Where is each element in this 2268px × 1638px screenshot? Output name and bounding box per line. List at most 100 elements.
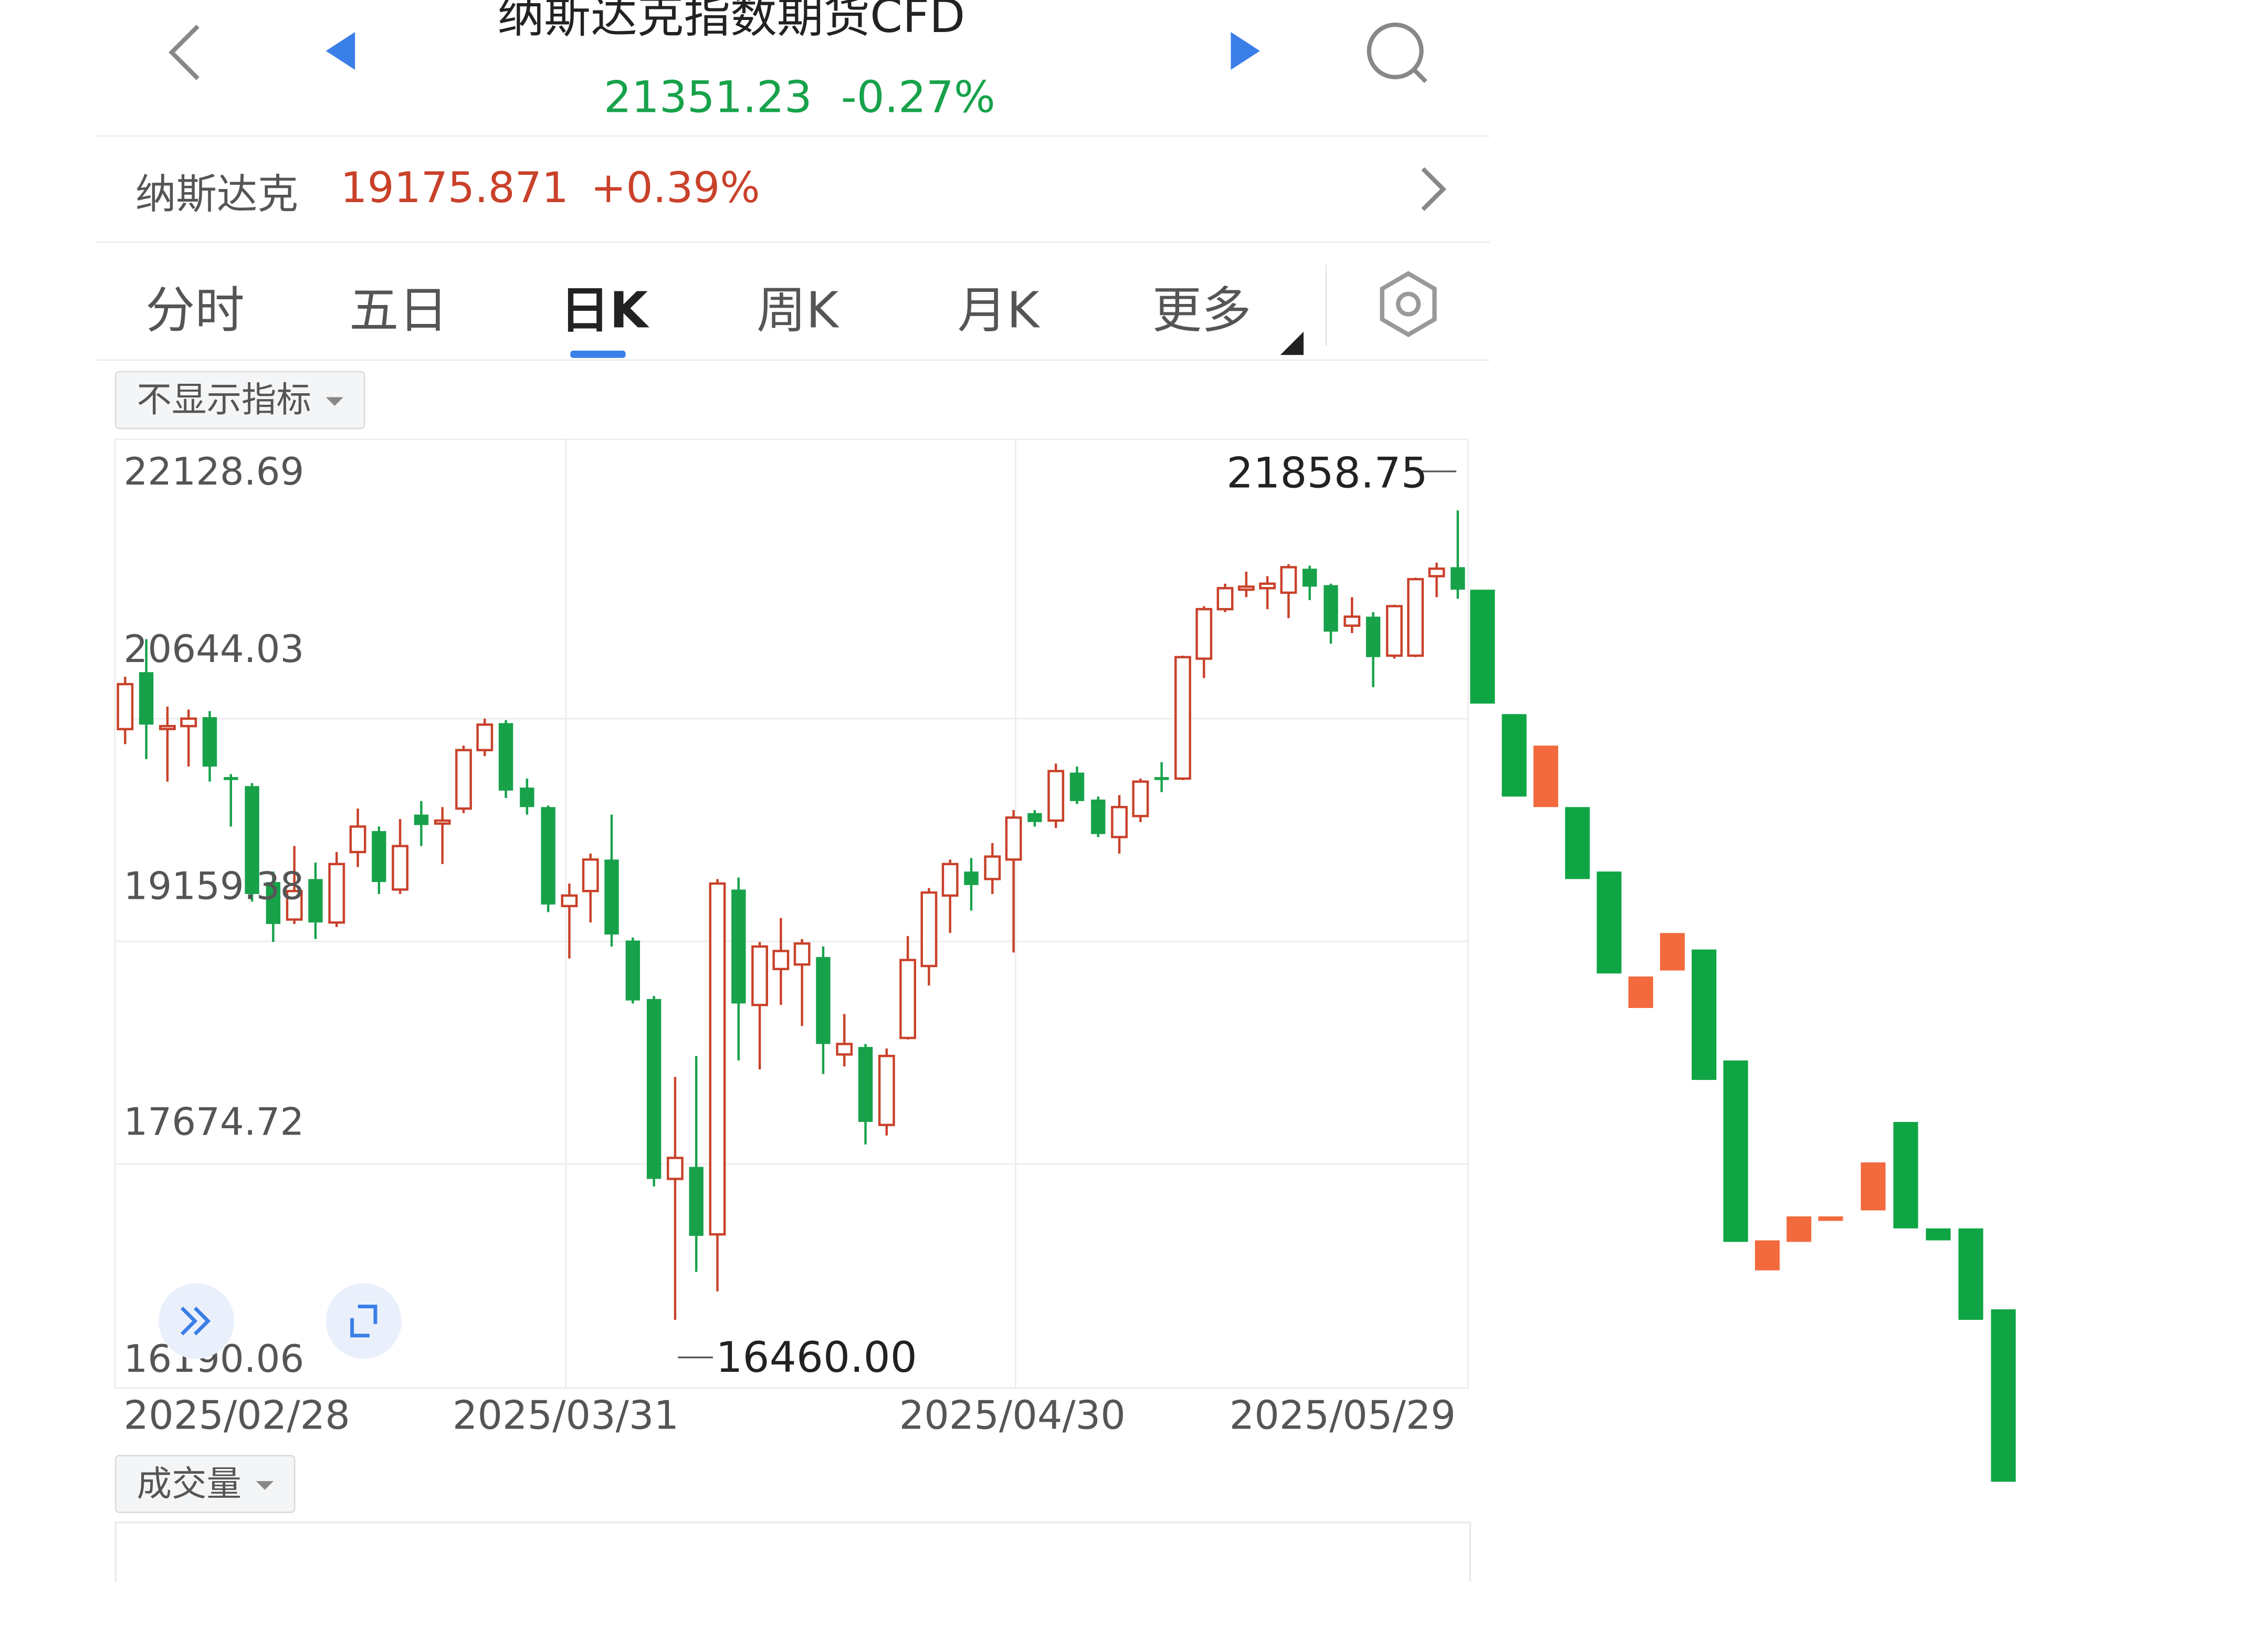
candle-body xyxy=(224,777,238,780)
overlay-bar xyxy=(1628,976,1653,1008)
candle-body xyxy=(498,723,513,791)
expand-sidebar-button[interactable] xyxy=(159,1283,235,1359)
candle-body xyxy=(899,959,917,1040)
y-tick-label: 22128.69 xyxy=(123,451,304,495)
candle-body xyxy=(1091,800,1106,834)
candle-body xyxy=(1216,587,1234,611)
fullscreen-icon xyxy=(350,1305,377,1338)
max-price-label: 21858.75 xyxy=(1226,448,1428,498)
candle-body xyxy=(434,819,451,825)
min-price-label: 16460.00 xyxy=(716,1332,917,1382)
candle-body xyxy=(520,788,534,807)
y-tick-label: 19159.38 xyxy=(123,865,304,909)
candle-body xyxy=(625,940,640,1001)
overlay-bar xyxy=(1818,1216,1843,1221)
overlay-bar xyxy=(1565,807,1590,879)
candle-body xyxy=(920,891,938,968)
candles xyxy=(117,510,1465,1320)
candle-body xyxy=(604,859,619,935)
overlay-bar xyxy=(1533,746,1558,807)
candle-body xyxy=(709,882,726,1236)
candle-body xyxy=(1451,567,1465,590)
volume-panel xyxy=(114,1521,1471,1582)
candle-body xyxy=(117,682,134,730)
candle-body xyxy=(964,872,979,885)
candle-body xyxy=(793,942,811,966)
x-tick-label: 2025/04/30 xyxy=(899,1393,1126,1439)
candle-body xyxy=(180,717,197,728)
candle-body xyxy=(1027,813,1042,822)
candle-body xyxy=(941,863,959,897)
overlay-bar xyxy=(1597,872,1622,974)
candle-body xyxy=(984,855,1001,880)
candle-body xyxy=(582,858,599,892)
candle-body xyxy=(1154,777,1169,780)
candle-body xyxy=(772,950,790,970)
candle-body xyxy=(1385,605,1403,657)
fullscreen-button[interactable] xyxy=(326,1283,402,1359)
volume-dropdown-label: 成交量 xyxy=(136,1463,242,1505)
candle-body xyxy=(1428,567,1445,578)
candle-body xyxy=(1280,566,1297,594)
candle-body xyxy=(561,894,578,907)
overlay-bar xyxy=(1787,1216,1812,1242)
candle-body xyxy=(1407,578,1424,657)
candle-body xyxy=(414,814,429,825)
candle-body xyxy=(878,1055,895,1126)
x-tick-label: 2025/05/29 xyxy=(1229,1393,1456,1439)
candle-body xyxy=(476,723,494,751)
overlay-bar xyxy=(1660,933,1685,971)
candle-body xyxy=(1302,569,1317,587)
candle-body xyxy=(1259,582,1276,590)
candle-body xyxy=(816,957,831,1044)
candle-body xyxy=(202,717,217,767)
candle-body xyxy=(1047,770,1065,822)
candle-body xyxy=(308,879,323,923)
candle-body xyxy=(1069,772,1085,801)
double-chevron-right-icon xyxy=(180,1306,211,1336)
x-tick-label: 2025/03/31 xyxy=(452,1393,679,1439)
candle-body xyxy=(836,1043,853,1056)
overlay-bar xyxy=(1861,1162,1886,1211)
candle-body xyxy=(858,1047,873,1122)
candle-body xyxy=(1111,806,1128,838)
overlay-bar xyxy=(1893,1122,1918,1228)
candle-body xyxy=(689,1167,704,1236)
candle-body xyxy=(1132,780,1149,817)
candle-body xyxy=(1343,615,1361,627)
caret-down-icon xyxy=(256,1481,274,1490)
overlay-bar xyxy=(1723,1060,1748,1242)
overlay-bar xyxy=(1470,590,1495,704)
overlay-bar xyxy=(1692,949,1717,1080)
candlestick-chart[interactable] xyxy=(0,0,2268,1638)
x-tick-label: 2025/02/28 xyxy=(123,1393,350,1439)
candle-body xyxy=(1324,585,1338,632)
candle-body xyxy=(731,889,746,1004)
overlay-bar xyxy=(1991,1309,2016,1482)
candle-body xyxy=(372,831,386,883)
y-tick-label: 17674.72 xyxy=(123,1101,304,1145)
candle-body xyxy=(751,945,769,1006)
volume-dropdown[interactable]: 成交量 xyxy=(114,1455,296,1514)
candle-body xyxy=(1005,816,1022,861)
candle-body xyxy=(667,1157,684,1180)
overlay-bar xyxy=(1926,1228,1951,1241)
overlay-bar xyxy=(1502,714,1527,797)
y-tick-label: 20644.03 xyxy=(123,628,304,673)
candle-body xyxy=(349,825,366,854)
overlay-bar xyxy=(1755,1240,1780,1270)
overlay-bars xyxy=(1470,590,2016,1482)
candle-body xyxy=(1174,656,1191,780)
candle-body xyxy=(139,672,154,725)
candle-body xyxy=(646,999,662,1179)
candle-body xyxy=(541,807,555,905)
overlay-bar xyxy=(1958,1228,1983,1320)
candle-body xyxy=(1195,608,1213,660)
extreme-marks xyxy=(678,470,1456,1359)
candle-body xyxy=(1237,585,1255,591)
candle-body xyxy=(159,724,176,730)
candle-body xyxy=(392,845,409,891)
candle-body xyxy=(455,749,472,810)
candle-body xyxy=(1366,616,1381,657)
candle-body xyxy=(328,863,345,924)
